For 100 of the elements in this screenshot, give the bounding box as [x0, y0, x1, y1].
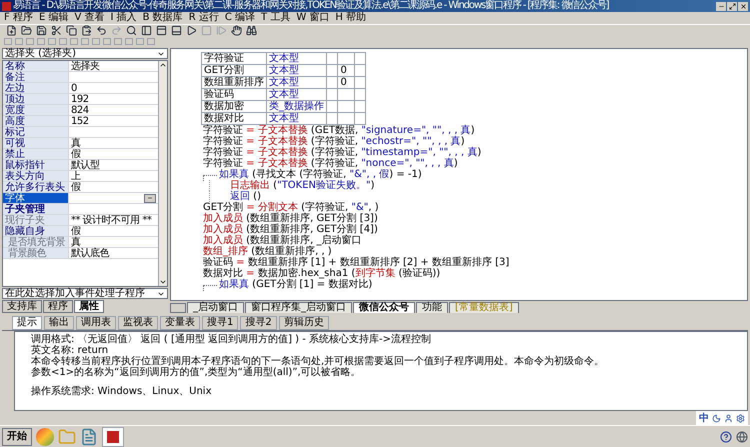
code-line: 加入成员 (数组重新排序, GET分割 [3]): [203, 213, 378, 224]
output-tab[interactable]: 监视表: [118, 316, 158, 330]
menu-item[interactable]: V 查看: [74, 12, 104, 24]
help-icon[interactable]: [720, 430, 732, 442]
property-value: 152: [71, 116, 89, 126]
panel-tab[interactable]: 属性: [74, 300, 104, 313]
network-icon[interactable]: [736, 430, 748, 442]
output-tab[interactable]: 剪辑历史: [278, 316, 329, 330]
property-name: 备注: [3, 72, 69, 82]
hand-icon[interactable]: [229, 24, 243, 38]
variable-name: 数据对比: [202, 112, 266, 124]
menu-item[interactable]: B 数据库: [142, 12, 183, 24]
notepad-icon[interactable]: [80, 428, 98, 446]
app-icon[interactable]: [102, 426, 124, 446]
event-select[interactable]: 在此处选择加入事件处理子程序: [2, 288, 168, 299]
editor-tab[interactable]: 窗口程序集_启动窗口: [245, 302, 352, 313]
search-icon[interactable]: [124, 24, 138, 38]
editor-tab[interactable]: 微信公众号: [353, 302, 415, 313]
code-line: 日志输出 ("TOKEN验证失败。"): [230, 180, 375, 191]
array-size: 0: [340, 77, 347, 88]
app-icon: [2, 2, 11, 10]
property-name: 可视: [3, 138, 69, 148]
close-button[interactable]: [738, 2, 748, 10]
panel-left-icon[interactable]: [139, 24, 153, 38]
panel-tab[interactable]: 支持库: [2, 300, 42, 313]
property-value: 默认型: [71, 160, 100, 170]
component-select[interactable]: 选择夹 (选择夹): [2, 48, 168, 59]
moon-icon: [712, 414, 721, 422]
code-line: 字符验证 = 子文本替换 (字符验证, "echostr=", "", , , 真): [203, 136, 465, 147]
user-icon: [724, 414, 733, 422]
property-name: 允许多行表头: [3, 182, 69, 192]
menu-item[interactable]: I 插入: [110, 12, 137, 24]
variable-name: GET分割: [202, 64, 266, 76]
code-line: 返回 (): [230, 191, 261, 202]
property-name: 是否填充背景: [3, 237, 69, 247]
menu-item[interactable]: W 窗口: [296, 12, 330, 24]
editor-tab[interactable]: _启动窗口: [187, 302, 244, 313]
flow-line-icon: [203, 174, 217, 180]
code-editor[interactable]: [170, 48, 748, 301]
output-tab[interactable]: 提示: [12, 316, 42, 330]
open-folder-icon[interactable]: [19, 24, 33, 38]
hint-text: 英文名称: return: [31, 345, 110, 356]
code-line: 数组_排序 (数组重新排序, , ): [203, 246, 332, 257]
property-name: 隐藏自身: [3, 226, 69, 236]
variable-type: 文本型: [266, 88, 326, 100]
code-line: 数据对比 = 数据加密.hex_sha1 (到字节集 (验证码)): [203, 268, 440, 279]
ime-mode: 中: [699, 412, 709, 426]
menu-item[interactable]: F 程序: [4, 12, 33, 24]
panel-tab[interactable]: 程序: [43, 300, 73, 313]
property-name: 表头方向: [3, 171, 69, 181]
property-value: 真: [71, 236, 80, 248]
maximize-button[interactable]: [727, 2, 737, 10]
property-name: 现行子夹: [3, 215, 69, 225]
hint-text: 参数<1>的名称为“返回到调用方的值”,类型为“通用型(all)”,可以被省略。: [31, 367, 362, 378]
ime-toolbar[interactable]: 中: [696, 411, 748, 425]
editor-tab[interactable]: 功能: [416, 302, 448, 313]
menu-item[interactable]: E 编辑: [38, 12, 68, 24]
output-tab[interactable]: 搜寻2: [240, 316, 277, 330]
ellipsis-button[interactable]: [144, 194, 156, 202]
property-value: 选择夹: [71, 60, 100, 72]
output-tab[interactable]: 搜寻1: [202, 316, 238, 330]
property-name: 宽度: [3, 105, 69, 115]
variable-type: 类_数据操作: [266, 100, 326, 112]
start-button[interactable]: 开始: [2, 428, 32, 446]
panel-top-icon[interactable]: [154, 24, 168, 38]
variable-name: 数组重新排序: [202, 76, 266, 88]
hint-text: 操作系统需求: Windows、Linux、Unix: [31, 386, 212, 397]
code-line: 字符验证 = 子文本替换 (GET数据, "signature=", "", , , 真): [203, 125, 475, 136]
menu-item[interactable]: H 帮助: [335, 12, 366, 24]
property-name: 顶边: [3, 94, 69, 104]
variable-name: 验证码: [202, 88, 266, 100]
panel-bottom-icon[interactable]: [169, 24, 183, 38]
scroll-up-icon: [159, 61, 167, 69]
copy-icon[interactable]: [64, 24, 78, 38]
close-icon: [740, 2, 746, 10]
property-name: 字体: [3, 193, 69, 203]
menu-item[interactable]: T 工具: [261, 12, 290, 24]
minimize-button[interactable]: [716, 2, 726, 10]
property-value: 假: [71, 226, 80, 236]
output-tab[interactable]: 变量表: [160, 316, 200, 330]
variable-name: 数据加密: [202, 100, 266, 112]
code-line: 加入成员 (数组重新排序, GET分割 [4]): [203, 224, 378, 235]
ellipsis-icon: [147, 195, 153, 201]
scrollbar[interactable]: [158, 61, 167, 286]
variable-name: 字符验证: [202, 52, 266, 64]
property-name: 子夹管理: [3, 204, 69, 214]
menu-item[interactable]: R 运行: [188, 12, 219, 24]
property-name: 名称: [3, 61, 69, 71]
property-name: 标记: [3, 127, 69, 137]
cut-icon[interactable]: [49, 24, 63, 38]
variable-type: 文本型: [266, 64, 326, 76]
code-line: 验证码 = 数组重新排序 [1] + 数组重新排序 [2] + 数组重新排序 [3]: [203, 257, 510, 268]
binoculars-icon[interactable]: [244, 24, 258, 38]
output-tab[interactable]: 输出: [44, 316, 74, 330]
menu-item[interactable]: C 编译: [224, 12, 256, 24]
save-icon[interactable]: [34, 24, 48, 38]
output-tab[interactable]: 调用表: [76, 316, 116, 330]
hint-text: 调用格式: 〈无返回值〉 返回 ( [通用型 返回到调用方的值] ) - 系统核心支持库->流程控制: [31, 334, 432, 345]
property-value: 默认底色: [71, 248, 109, 258]
property-value: 0: [71, 82, 77, 94]
